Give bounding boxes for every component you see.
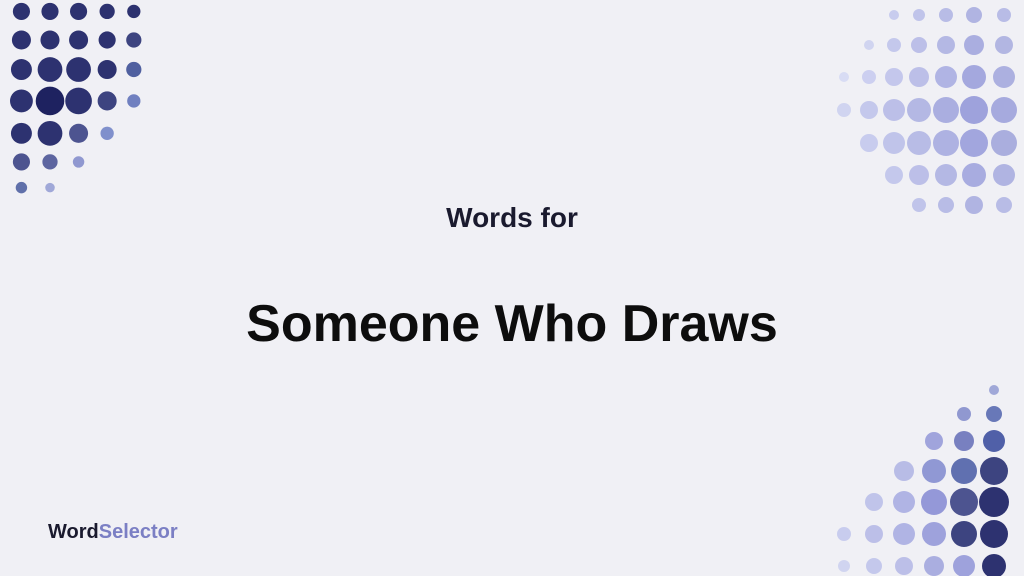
logo: WordSelector (48, 521, 178, 544)
main-title-text: Someone Who Draws (246, 294, 778, 354)
dots-top-right-decoration (804, 0, 1024, 220)
center-content: Words for Someone Who Draws (246, 202, 778, 354)
dots-top-left-decoration (0, 0, 180, 200)
logo-selector: Selector (99, 521, 178, 543)
logo-word: Word (48, 521, 99, 543)
page-container: Words for Someone Who Draws WordSelector (0, 0, 1024, 576)
subtitle-text: Words for (246, 202, 778, 234)
dots-bottom-right-decoration (804, 376, 1024, 576)
